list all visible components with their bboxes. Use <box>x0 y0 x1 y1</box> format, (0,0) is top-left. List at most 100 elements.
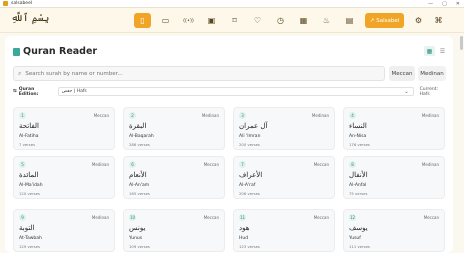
edition-select[interactable]: حفص | Hafs ⌄ <box>57 87 414 96</box>
surah-english-name: Hud <box>239 236 249 241</box>
revelation-type: Meccan <box>203 162 219 167</box>
surah-english-name: Al-Anfal <box>349 183 367 188</box>
surah-number: 9 <box>19 214 26 221</box>
revelation-type: Medinan <box>91 162 109 167</box>
surah-arabic-name: الفاتحة <box>19 122 39 130</box>
search-input[interactable] <box>25 70 366 77</box>
surah-number: 6 <box>129 161 136 168</box>
surah-arabic-name: الأنعام <box>129 171 147 179</box>
surah-english-name: Al-Ma'idah <box>19 183 43 188</box>
surah-verse-count: 111 verses <box>349 244 370 249</box>
surah-verse-count: 286 verses <box>129 142 150 147</box>
surah-number: 3 <box>239 112 246 119</box>
revelation-type: Meccan <box>203 215 219 220</box>
surah-number: 7 <box>239 161 246 168</box>
surah-english-name: Al-A'raf <box>239 183 256 188</box>
surah-arabic-name: البقرة <box>129 122 147 130</box>
window-title: salsabeel <box>11 1 33 6</box>
surah-card[interactable]: 11 Meccan هود Hud 123 verses <box>233 209 335 252</box>
list-icon: ☰ <box>439 47 446 55</box>
chevron-down-icon: ⌄ <box>404 88 409 95</box>
surah-verse-count: 123 verses <box>239 244 260 249</box>
grid-view-button[interactable]: ▦ <box>424 46 435 56</box>
edition-selected-value: حفص | Hafs <box>61 89 87 94</box>
surah-english-name: Al-An'am <box>129 183 150 188</box>
book-open-icon: ▭ <box>161 16 170 25</box>
revelation-type: Medinan <box>91 215 109 220</box>
surah-number: 12 <box>349 214 356 221</box>
surah-verse-count: 165 verses <box>129 191 150 196</box>
search-box: ⌕ <box>13 66 385 81</box>
calendar-icon: ▦ <box>299 16 308 25</box>
translate-button[interactable]: ⌘ <box>430 13 447 28</box>
flame-icon: ♨ <box>322 16 331 25</box>
surah-arabic-name: هود <box>239 224 250 232</box>
salsabeel-button[interactable]: ↗ Salsabel <box>365 13 404 28</box>
surah-card[interactable]: 6 Meccan الأنعام Al-An'am 165 verses <box>123 156 225 199</box>
edition-icon: ⇆ <box>13 89 17 94</box>
view-toggle: ▦ ☰ <box>424 46 448 56</box>
app-icon <box>3 1 8 6</box>
nav-tasbih-button[interactable]: ♨ <box>318 13 335 28</box>
edition-label-text: Quran Edition: <box>18 86 39 97</box>
surah-number: 8 <box>349 161 356 168</box>
nav-quran-button[interactable]: ▯ <box>134 13 151 28</box>
medinan-filter-button[interactable]: Medinan <box>418 66 446 81</box>
surah-english-name: Yunus <box>129 236 143 241</box>
clipboard-icon: ▤ <box>345 16 354 25</box>
surah-card[interactable]: 2 Medinan البقرة Al-Baqarah 286 verses <box>123 107 225 150</box>
surah-card[interactable]: 8 Medinan الأنفال Al-Anfal 75 verses <box>343 156 445 199</box>
salsabeel-label: Salsabel <box>376 17 400 24</box>
nav-calendar-button[interactable]: ▦ <box>295 13 312 28</box>
surah-arabic-name: آل عمران <box>239 122 268 130</box>
list-view-button[interactable]: ☰ <box>437 46 448 56</box>
gear-icon: ⚙ <box>414 16 423 25</box>
surah-verse-count: 206 verses <box>239 191 260 196</box>
clock-icon: ◷ <box>277 16 284 25</box>
surah-arabic-name: المائدة <box>19 171 39 179</box>
edition-row: ⇆ Quran Edition: حفص | Hafs ⌄ Current: H… <box>13 86 449 97</box>
meccan-filter-button[interactable]: Meccan <box>389 66 415 81</box>
bookmark-icon: ⌑ <box>232 16 237 25</box>
surah-number: 10 <box>129 214 136 221</box>
surah-card[interactable]: 12 Meccan يوسف Yusuf 111 verses <box>343 209 445 252</box>
settings-button[interactable]: ⚙ <box>410 13 427 28</box>
surah-card[interactable]: 9 Medinan التوبة At-Tawbah 129 verses <box>13 209 115 252</box>
surah-number: 5 <box>19 161 26 168</box>
window-controls: — ▢ ✕ <box>428 0 460 8</box>
surah-verse-count: 7 verses <box>19 142 36 147</box>
nav-favorites-button[interactable]: ♡ <box>249 13 266 28</box>
revelation-type: Medinan <box>421 162 439 167</box>
nav-prayer-times-button[interactable]: ◷ <box>272 13 289 28</box>
surah-card[interactable]: 3 Medinan آل عمران Ali 'Imran 200 verses <box>233 107 335 150</box>
surah-english-name: At-Tawbah <box>19 236 42 241</box>
surah-arabic-name: يونس <box>129 224 146 232</box>
title-bar: salsabeel — ▢ ✕ <box>0 0 464 8</box>
surah-card[interactable]: 1 Meccan الفاتحة Al-Fatiha 7 verses <box>13 107 115 150</box>
close-icon[interactable]: ✕ <box>456 1 460 7</box>
maximize-icon[interactable]: ▢ <box>442 1 447 7</box>
revelation-type: Meccan <box>423 215 439 220</box>
surah-arabic-name: الأعراف <box>239 171 263 179</box>
nav-adhkar-button[interactable]: ▤ <box>341 13 358 28</box>
top-navigation: بِسْمِ ٱللَّهِ ▯ ▭ ((•)) ▣ ⌑ ♡ ◷ ▦ ♨ ▤ ↗… <box>0 8 464 33</box>
nav-bookmark-button[interactable]: ⌑ <box>226 13 243 28</box>
quran-book-icon <box>13 47 20 56</box>
logo: بِسْمِ ٱللَّهِ <box>11 13 50 24</box>
surah-card[interactable]: 10 Meccan يونس Yunus 109 verses <box>123 209 225 252</box>
surah-card[interactable]: 5 Medinan المائدة Al-Ma'idah 120 verses <box>13 156 115 199</box>
surah-card[interactable]: 4 Medinan النساء An-Nisa 176 verses <box>343 107 445 150</box>
minimize-icon[interactable]: — <box>428 1 433 7</box>
revelation-type: Medinan <box>201 113 219 118</box>
nav-radio-button[interactable]: ((•)) <box>180 13 197 28</box>
surah-number: 2 <box>129 112 136 119</box>
scrollbar-thumb[interactable] <box>460 36 463 50</box>
nav-video-button[interactable]: ▣ <box>203 13 220 28</box>
surah-number: 11 <box>239 214 246 221</box>
surah-card[interactable]: 7 Meccan الأعراف Al-A'raf 206 verses <box>233 156 335 199</box>
scrollbar[interactable] <box>460 36 463 246</box>
surah-arabic-name: النساء <box>349 122 367 130</box>
external-link-icon: ↗ <box>369 17 375 24</box>
nav-mushaf-button[interactable]: ▭ <box>157 13 174 28</box>
revelation-type: Meccan <box>313 215 329 220</box>
